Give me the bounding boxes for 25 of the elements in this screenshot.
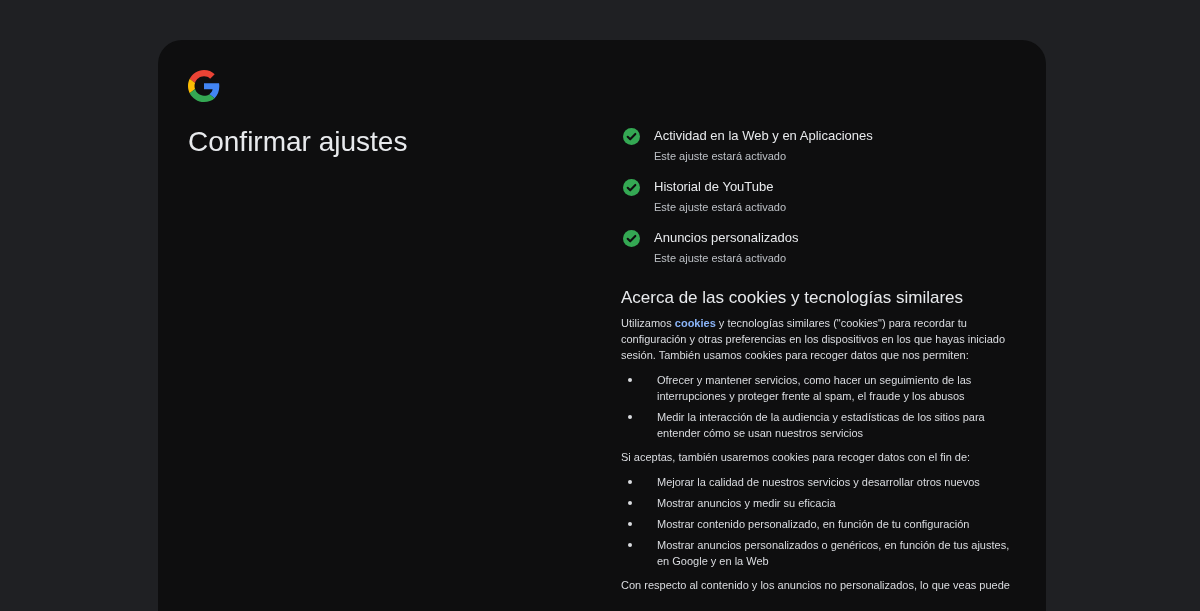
setting-name: Historial de YouTube [654,178,775,196]
setting-status: Este ajuste estará activado [654,200,787,215]
setting-name: Anuncios personalizados [654,229,799,247]
list-item: Medir la interacción de la audiencia y estadísticas de los sitios para entender cómo se usan nuestros servicios [657,410,986,441]
list-item: Mejorar la calidad de nuestros servicios y desarrollar otros nuevos [657,475,980,490]
non-personalized-paragraph: Con respecto al contenido y los anuncios no personalizados, lo que veas puede [621,578,1011,593]
bullet-icon [628,543,632,547]
bullet-icon [628,415,632,419]
cookies-link[interactable]: cookies [674,317,716,329]
list-item: Mostrar anuncios personalizados o genéricos, en función de tus ajustes, en Google y en la Web [657,538,1011,569]
list-item: Mostrar anuncios y medir su eficacia [657,496,836,511]
setting-name: Actividad en la Web y en Aplicaciones [654,127,873,145]
bullet-icon [628,480,632,484]
list-item: Mostrar contenido personalizado, en función de tu configuración [657,517,970,532]
google-logo-icon [188,70,220,102]
bullet-icon [628,378,632,382]
page-title: Confirmar ajustes [188,125,409,159]
section-heading: Acerca de las cookies y tecnologías similares [621,287,965,309]
bullet-icon [628,522,632,526]
consent-paragraph: Si aceptas, también usaremos cookies para recoger datos con el fin de: [621,450,972,465]
setting-status: Este ajuste estará activado [654,251,788,266]
setting-status: Este ajuste estará activado [654,149,788,164]
bullet-icon [628,501,632,505]
list-item: Ofrecer y mantener servicios, como hacer un seguimiento de las interrupciones y proteger frente al spam, el fraude y los abusos [657,373,973,404]
cookies-paragraph: Utilizamos cookies y tecnologías similares ("cookies") para recordar tu configuración y otras preferencias en los dispositivos en los que hayas iniciado sesión. También usamos cookies para recoger datos que nos permiten: [621,316,1006,363]
